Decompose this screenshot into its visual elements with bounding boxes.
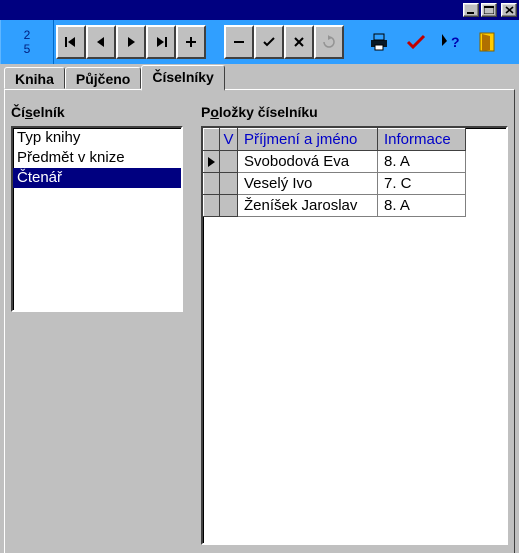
counter-total: 5 bbox=[24, 42, 31, 56]
tab-pujceno[interactable]: Půjčeno bbox=[65, 67, 141, 89]
help-button[interactable]: ? bbox=[434, 25, 470, 59]
toolbar: 2 5 ? bbox=[0, 20, 519, 64]
ciselnik-heading: Číselník bbox=[11, 104, 183, 120]
data-grid[interactable]: V Příjmení a jméno Informace Svobodová E… bbox=[201, 126, 508, 545]
row-indicator-icon bbox=[204, 173, 220, 195]
list-item[interactable]: Čtenář bbox=[13, 168, 181, 188]
table-row[interactable]: Svobodová Eva 8. A bbox=[204, 151, 466, 173]
cancel-button[interactable] bbox=[284, 25, 314, 59]
tab-panel: Číselník Typ knihy Předmět v knize Čtená… bbox=[4, 89, 515, 553]
tab-bar: Kniha Půjčeno Číselníky bbox=[0, 65, 519, 89]
refresh-button bbox=[314, 25, 344, 59]
left-pane: Číselník Typ knihy Předmět v knize Čtená… bbox=[11, 104, 183, 545]
row-select-cell[interactable] bbox=[220, 173, 238, 195]
grid-col-name[interactable]: Příjmení a jméno bbox=[238, 129, 378, 151]
nav-last-button[interactable] bbox=[146, 25, 176, 59]
minimize-button[interactable] bbox=[463, 3, 479, 17]
content-area: Kniha Půjčeno Číselníky Číselník Typ kni… bbox=[0, 65, 519, 553]
cell-info[interactable]: 8. A bbox=[378, 151, 466, 173]
close-button[interactable] bbox=[501, 3, 517, 17]
table-row[interactable]: Ženíšek Jaroslav 8. A bbox=[204, 195, 466, 217]
right-pane: Položky číselníku V Příjmení a jméno Inf… bbox=[201, 104, 508, 545]
svg-text:?: ? bbox=[451, 34, 460, 50]
grid-corner bbox=[204, 129, 220, 151]
titlebar bbox=[0, 0, 519, 20]
record-counter: 2 5 bbox=[0, 20, 54, 64]
nav-next-button[interactable] bbox=[116, 25, 146, 59]
row-indicator-icon bbox=[204, 151, 220, 173]
list-item[interactable]: Typ knihy bbox=[13, 128, 181, 148]
tab-kniha[interactable]: Kniha bbox=[4, 67, 65, 89]
row-select-cell[interactable] bbox=[220, 195, 238, 217]
cell-name[interactable]: Ženíšek Jaroslav bbox=[238, 195, 378, 217]
polozky-heading: Položky číselníku bbox=[201, 104, 508, 120]
nav-first-button[interactable] bbox=[56, 25, 86, 59]
commit-button[interactable] bbox=[254, 25, 284, 59]
nav-prev-button[interactable] bbox=[86, 25, 116, 59]
cell-info[interactable]: 8. A bbox=[378, 195, 466, 217]
cell-name[interactable]: Veselý Ivo bbox=[238, 173, 378, 195]
ciselnik-list[interactable]: Typ knihy Předmět v knize Čtenář bbox=[11, 126, 183, 312]
tab-ciselniky[interactable]: Číselníky bbox=[141, 65, 224, 91]
grid-col-select[interactable]: V bbox=[220, 129, 238, 151]
add-button[interactable] bbox=[176, 25, 206, 59]
list-item[interactable]: Předmět v knize bbox=[13, 148, 181, 168]
grid-col-info[interactable]: Informace bbox=[378, 129, 466, 151]
table-row[interactable]: Veselý Ivo 7. C bbox=[204, 173, 466, 195]
exit-button[interactable] bbox=[470, 25, 506, 59]
cell-name[interactable]: Svobodová Eva bbox=[238, 151, 378, 173]
row-select-cell[interactable] bbox=[220, 151, 238, 173]
maximize-button[interactable] bbox=[481, 3, 497, 17]
print-button[interactable] bbox=[362, 25, 398, 59]
check-button[interactable] bbox=[398, 25, 434, 59]
cell-info[interactable]: 7. C bbox=[378, 173, 466, 195]
remove-button[interactable] bbox=[224, 25, 254, 59]
row-indicator-icon bbox=[204, 195, 220, 217]
counter-current: 2 bbox=[24, 28, 31, 42]
